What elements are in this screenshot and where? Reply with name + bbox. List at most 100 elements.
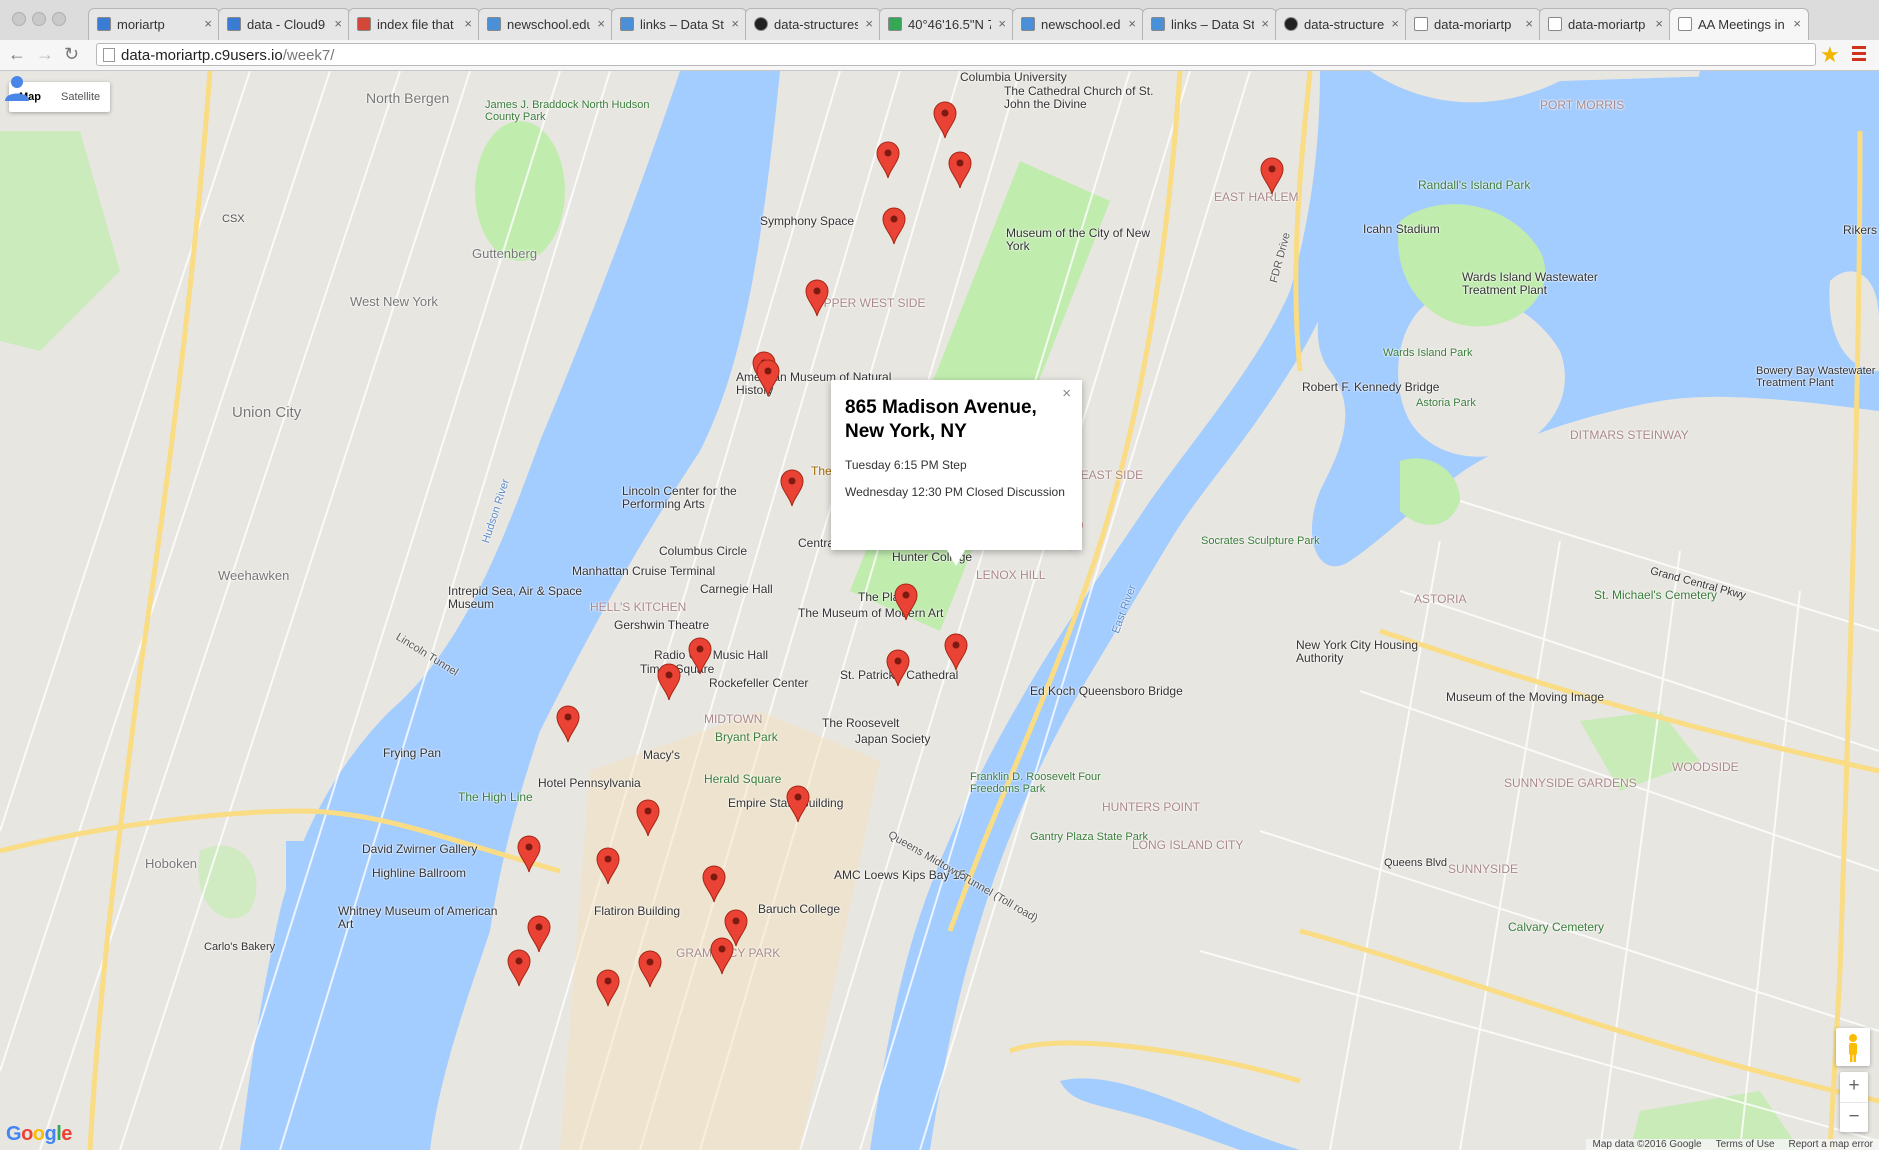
- bookmark-star-icon[interactable]: ★: [1820, 42, 1840, 68]
- github-icon: [754, 17, 768, 31]
- account-icon[interactable]: [0, 71, 34, 105]
- place-label-woodside: WOODSIDE: [1672, 760, 1739, 774]
- google-map[interactable]: North Bergen James J. Braddock North Huds…: [0, 71, 1879, 1150]
- tab-close-icon[interactable]: ×: [1128, 16, 1136, 31]
- window-zoom-button[interactable]: [52, 12, 66, 26]
- meeting-line: Tuesday 6:15 PM Step: [845, 458, 967, 472]
- place-label-ditmars: DITMARS STEINWAY: [1570, 428, 1689, 442]
- forward-icon[interactable]: →: [36, 44, 54, 65]
- meeting-marker-icon[interactable]: [636, 799, 660, 837]
- browser-tab[interactable]: links – Data St ×: [611, 8, 747, 40]
- meeting-marker-icon[interactable]: [517, 835, 541, 873]
- meeting-marker-icon[interactable]: [876, 141, 900, 179]
- meeting-marker-icon[interactable]: [556, 705, 580, 743]
- meeting-marker-icon[interactable]: [710, 937, 734, 975]
- place-label-midtown: MIDTOWN: [704, 712, 763, 726]
- place-label-moma: The Museum of Modern Art: [798, 606, 944, 620]
- tab-close-icon[interactable]: ×: [865, 16, 873, 31]
- tab-close-icon[interactable]: ×: [998, 16, 1006, 31]
- pegman-street-view-icon[interactable]: [1836, 1028, 1870, 1066]
- place-label-socrates: Socrates Sculpture Park: [1201, 535, 1320, 547]
- meeting-marker-icon[interactable]: [756, 359, 780, 397]
- tab-close-icon[interactable]: ×: [204, 16, 212, 31]
- browser-tab[interactable]: newschool.edu ×: [1012, 8, 1144, 40]
- browser-tab[interactable]: moriartp ×: [88, 8, 220, 40]
- meeting-marker-icon[interactable]: [933, 101, 957, 139]
- back-icon[interactable]: ←: [8, 44, 26, 65]
- info-window: × 865 Madison Avenue, New York, NY Tuesd…: [831, 380, 1082, 566]
- info-window-title: 865 Madison Avenue, New York, NY: [845, 397, 1037, 442]
- tab-close-icon[interactable]: ×: [731, 16, 739, 31]
- zoom-control: + −: [1840, 1072, 1868, 1132]
- place-label-uws: UPPER WEST SIDE: [815, 296, 926, 310]
- browser-tab[interactable]: 40°46'16.5"N 7 ×: [879, 8, 1014, 40]
- tab-label: moriartp: [117, 17, 165, 32]
- map-type-satellite-button[interactable]: Satellite: [51, 82, 110, 112]
- place-label-guttenberg: Guttenberg: [472, 246, 538, 261]
- browser-tab[interactable]: data-moriartp ×: [1405, 8, 1541, 40]
- tab-close-icon[interactable]: ×: [597, 16, 605, 31]
- place-label-nycha: New York City Housing Authority: [1296, 638, 1419, 666]
- browser-toolbar: ← → ↻ data-moriartp.c9users.io/week7/ ★: [0, 40, 1879, 71]
- place-label-astoria-park: Astoria Park: [1416, 397, 1476, 409]
- page-icon: [1414, 17, 1428, 31]
- place-label-carlos: Carlo's Bakery: [204, 941, 276, 953]
- meeting-marker-icon[interactable]: [1260, 157, 1284, 195]
- tab-close-icon[interactable]: ×: [1391, 16, 1399, 31]
- zoom-out-button[interactable]: −: [1840, 1103, 1868, 1133]
- document-icon: [1021, 17, 1035, 31]
- meeting-marker-icon[interactable]: [948, 151, 972, 189]
- meeting-marker-icon[interactable]: [805, 279, 829, 317]
- browser-tab[interactable]: links – Data St ×: [1142, 8, 1277, 40]
- place-label-mcny: Museum of the City of New York: [1006, 226, 1151, 254]
- address-bar[interactable]: data-moriartp.c9users.io/week7/: [96, 43, 1816, 66]
- meeting-marker-icon[interactable]: [507, 949, 531, 987]
- meeting-marker-icon[interactable]: [780, 469, 804, 507]
- tab-close-icon[interactable]: ×: [464, 16, 472, 31]
- browser-menu-icon[interactable]: [1852, 46, 1866, 64]
- place-label-macys: Macy's: [643, 748, 680, 762]
- meeting-marker-icon[interactable]: [882, 207, 906, 245]
- browser-tab[interactable]: newschool.edu ×: [478, 8, 613, 40]
- info-window-close-button[interactable]: ×: [1062, 385, 1071, 402]
- report-map-error-link[interactable]: Report a map error: [1789, 1139, 1873, 1150]
- place-label-queensboro: Ed Koch Queensboro Bridge: [1030, 684, 1183, 698]
- place-label-lincoln-center: Lincoln Center for the Performing Arts: [622, 484, 737, 512]
- place-label-cathedral: The Cathedral Church of St. John the Div…: [1004, 84, 1154, 112]
- meeting-marker-icon[interactable]: [638, 950, 662, 988]
- meeting-marker-icon[interactable]: [702, 865, 726, 903]
- zoom-in-button[interactable]: +: [1840, 1072, 1868, 1103]
- place-label-rikers: Rikers: [1843, 223, 1878, 237]
- place-label-zwirner: David Zwirner Gallery: [362, 842, 478, 856]
- browser-tab[interactable]: data - Cloud9 ×: [218, 8, 350, 40]
- meeting-marker-icon[interactable]: [527, 915, 551, 953]
- tab-close-icon[interactable]: ×: [1793, 16, 1801, 31]
- meeting-marker-icon[interactable]: [894, 583, 918, 621]
- meeting-marker-icon[interactable]: [786, 785, 810, 823]
- browser-tab[interactable]: AA Meetings in ×: [1669, 8, 1809, 40]
- meeting-marker-icon[interactable]: [596, 969, 620, 1007]
- browser-tab[interactable]: data-structures ×: [745, 8, 881, 40]
- terms-of-use-link[interactable]: Terms of Use: [1716, 1139, 1775, 1150]
- place-label-hoboken: Hoboken: [145, 856, 198, 871]
- google-logo[interactable]: Google: [6, 1123, 72, 1146]
- place-label-high-line: The High Line: [458, 790, 533, 804]
- meeting-marker-icon[interactable]: [688, 637, 712, 675]
- window-minimize-button[interactable]: [32, 12, 46, 26]
- meeting-marker-icon[interactable]: [657, 663, 681, 701]
- tab-close-icon[interactable]: ×: [1525, 16, 1533, 31]
- reload-icon[interactable]: ↻: [64, 44, 79, 65]
- place-label-sunnyside-gardens: SUNNYSIDE GARDENS: [1504, 776, 1637, 790]
- browser-tab[interactable]: data-structures ×: [1275, 8, 1407, 40]
- meeting-marker-icon[interactable]: [944, 633, 968, 671]
- place-label-wards: Wards Island Park: [1383, 347, 1473, 359]
- meeting-marker-icon[interactable]: [886, 649, 910, 687]
- window-close-button[interactable]: [12, 12, 26, 26]
- browser-tab[interactable]: data-moriartp ×: [1539, 8, 1671, 40]
- tab-close-icon[interactable]: ×: [334, 16, 342, 31]
- meeting-marker-icon[interactable]: [596, 847, 620, 885]
- tab-close-icon[interactable]: ×: [1261, 16, 1269, 31]
- browser-tab[interactable]: index file that ×: [348, 8, 480, 40]
- place-label-hunters-point: HUNTERS POINT: [1102, 800, 1201, 814]
- tab-close-icon[interactable]: ×: [1655, 16, 1663, 31]
